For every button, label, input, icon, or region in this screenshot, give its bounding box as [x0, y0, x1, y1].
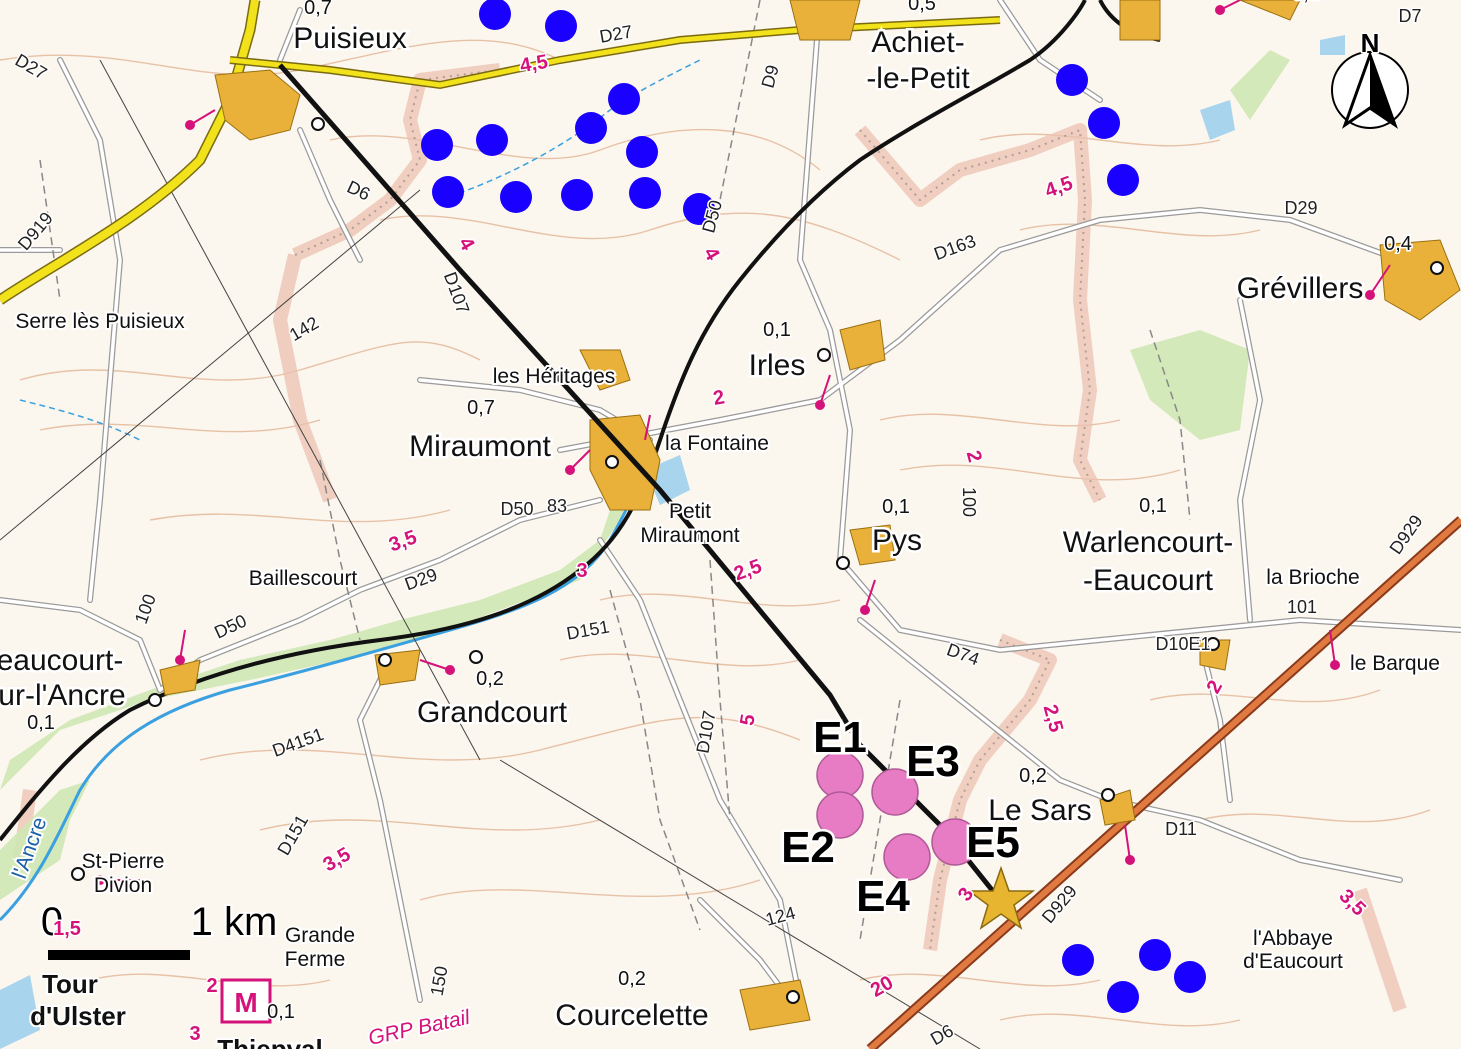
- church-icon: [148, 693, 162, 707]
- place-achiet: Achiet-: [871, 26, 964, 59]
- road-label: D29: [1284, 198, 1317, 218]
- existing-turbine: [432, 176, 464, 208]
- place-petit-miraumont: Petit: [669, 500, 711, 523]
- church-icon: [378, 653, 392, 667]
- place-beaucourt-2: ur-l'Ancre: [0, 679, 126, 712]
- population-label: 0,7: [467, 397, 495, 419]
- road-label: D7: [1398, 6, 1421, 26]
- slope-label: 3: [189, 1023, 200, 1045]
- existing-turbine: [1088, 107, 1120, 139]
- population-label: 0,7: [304, 0, 332, 19]
- place-baillescourt: Baillescourt: [249, 567, 358, 590]
- place-tour-ulster: Tour: [42, 969, 98, 999]
- place-warlencourt-2: -Eaucourt: [1083, 564, 1214, 597]
- turbine-label-e2: E2: [781, 823, 835, 872]
- place-grevillers: Grévillers: [1237, 272, 1364, 305]
- population-label: 0,5: [908, 0, 936, 15]
- place-grandcourt: Grandcourt: [417, 696, 568, 729]
- population-label: 0,2: [618, 968, 646, 990]
- church-icon: [836, 556, 850, 570]
- existing-turbine: [1139, 939, 1171, 971]
- existing-turbine: [626, 136, 658, 168]
- north-label: N: [1361, 28, 1380, 58]
- population-label: 0,2: [1019, 765, 1047, 787]
- road-label: D11: [1165, 819, 1197, 839]
- place-heritages: les Héritages: [493, 365, 616, 388]
- population-label: 0,1: [882, 496, 910, 518]
- place-achiet-2: -le-Petit: [866, 62, 970, 95]
- turbine-label-e4: E4: [856, 872, 910, 921]
- place-grande-ferme-2: Ferme: [285, 948, 346, 971]
- existing-turbine: [1174, 961, 1206, 993]
- place-st-pierre: St-Pierre: [82, 850, 165, 873]
- place-miraumont: Miraumont: [409, 430, 551, 463]
- place-courcelette: Courcelette: [555, 999, 708, 1032]
- population-label: 0,2: [476, 668, 504, 690]
- place-puisieux: Puisieux: [293, 22, 406, 55]
- population-label: 0,1: [1139, 495, 1167, 517]
- topographic-map: M N 0 1 km Puisieux Achiet- -le-Petit Se…: [0, 0, 1461, 1049]
- place-petit-miraumont-2: Miraumont: [640, 524, 739, 547]
- existing-turbine: [545, 10, 577, 42]
- place-brioche: la Brioche: [1266, 566, 1359, 589]
- church-icon: [1430, 261, 1444, 275]
- population-label: 0,1: [267, 1001, 295, 1023]
- existing-turbine: [608, 83, 640, 115]
- museum-label: M: [234, 987, 257, 1018]
- place-barque: le Barque: [1350, 652, 1440, 675]
- turbine-label-e1: E1: [813, 713, 867, 762]
- existing-turbine: [476, 124, 508, 156]
- church-icon: [469, 650, 483, 664]
- place-beaucourt: eaucourt-: [0, 644, 123, 677]
- place-serre: Serre lès Puisieux: [15, 310, 185, 333]
- population-label: 0,4: [1384, 233, 1412, 255]
- existing-turbine: [1062, 944, 1094, 976]
- place-fontaine: la Fontaine: [665, 432, 769, 455]
- road-label: D10E1: [1155, 634, 1210, 654]
- church-icon: [1101, 788, 1115, 802]
- elevation-label: 100: [959, 487, 979, 517]
- slope-label: 2: [206, 975, 217, 997]
- church-icon: [605, 455, 619, 469]
- scale-one-label: 1 km: [191, 900, 278, 944]
- population-label: 0,1: [1292, 0, 1320, 5]
- existing-turbine: [629, 177, 661, 209]
- turbine-label-e3: E3: [906, 737, 960, 786]
- place-abbaye: l'Abbaye: [1253, 927, 1333, 950]
- existing-turbine: [1056, 64, 1088, 96]
- elevation-label: 83: [547, 496, 567, 516]
- existing-turbine: [500, 181, 532, 213]
- place-irles: Irles: [749, 349, 806, 382]
- place-warlencourt: Warlencourt-: [1063, 526, 1234, 559]
- slope-label: 1,5: [53, 918, 81, 940]
- place-st-pierre-2: Divion: [94, 874, 152, 897]
- existing-turbine: [1107, 981, 1139, 1013]
- turbine-label-e5: E5: [966, 818, 1020, 867]
- place-grande-ferme: Grande: [285, 924, 355, 947]
- place-pys: Pys: [872, 524, 922, 557]
- slope-label: 3: [576, 560, 587, 582]
- church-icon: [786, 990, 800, 1004]
- elevation-label: 101: [1287, 597, 1317, 617]
- existing-turbine: [1107, 164, 1139, 196]
- population-label: 0,1: [27, 712, 55, 734]
- road-label: D50: [500, 499, 533, 519]
- existing-turbine: [575, 112, 607, 144]
- place-thiepval: Thiepval: [217, 1034, 322, 1049]
- existing-turbine: [421, 129, 453, 161]
- place-abbaye-2: d'Eaucourt: [1243, 950, 1343, 973]
- museum-icon: M: [220, 978, 272, 1024]
- existing-turbine: [561, 179, 593, 211]
- church-icon: [311, 117, 325, 131]
- church-icon: [817, 348, 831, 362]
- place-tour-ulster-2: d'Ulster: [30, 1001, 126, 1031]
- population-label: 0,1: [763, 319, 791, 341]
